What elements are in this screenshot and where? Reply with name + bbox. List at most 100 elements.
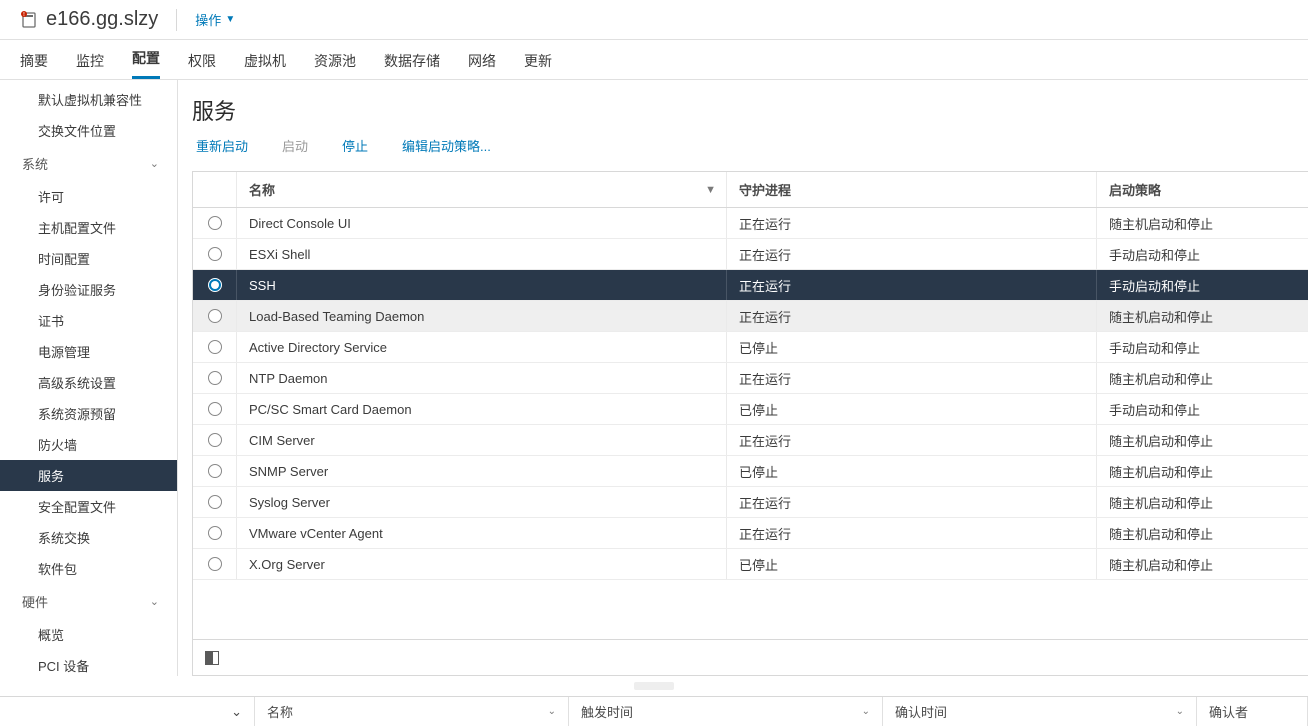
row-radio-cell[interactable] (193, 332, 237, 362)
table-row[interactable]: CIM Server正在运行随主机启动和停止 (193, 425, 1308, 456)
stop-button[interactable]: 停止 (342, 136, 368, 155)
sidebar-item[interactable]: 主机配置文件 (0, 212, 177, 243)
radio-icon[interactable] (208, 340, 222, 354)
row-radio-cell[interactable] (193, 270, 237, 300)
table-body: Direct Console UI正在运行随主机启动和停止ESXi Shell正… (193, 208, 1308, 639)
cell-daemon: 正在运行 (727, 363, 1097, 393)
tab-0[interactable]: 摘要 (20, 41, 48, 79)
radio-icon[interactable] (208, 371, 222, 385)
bottom-acktime-label: 确认时间 (895, 702, 947, 721)
tab-3[interactable]: 权限 (188, 41, 216, 79)
table-row[interactable]: X.Org Server已停止随主机启动和停止 (193, 549, 1308, 580)
sidebar-item[interactable]: 许可 (0, 181, 177, 212)
host-icon: ! (20, 11, 38, 29)
column-picker-icon[interactable] (205, 651, 219, 665)
bottom-field-trigger[interactable]: 触发时间 ⌄ (569, 697, 883, 726)
table-row[interactable]: Syslog Server正在运行随主机启动和停止 (193, 487, 1308, 518)
column-name-label: 名称 (249, 180, 275, 199)
row-radio-cell[interactable] (193, 363, 237, 393)
column-policy-label: 启动策略 (1109, 180, 1161, 199)
cell-policy: 随主机启动和停止 (1097, 301, 1308, 331)
sidebar-item[interactable]: 电源管理 (0, 336, 177, 367)
table-row[interactable]: SNMP Server已停止随主机启动和停止 (193, 456, 1308, 487)
chevron-down-icon: ▼ (225, 14, 235, 25)
sidebar-item[interactable]: 概览 (0, 619, 177, 650)
sidebar-item[interactable]: 交换文件位置 (0, 115, 177, 146)
row-radio-cell[interactable] (193, 549, 237, 579)
row-radio-cell[interactable] (193, 518, 237, 548)
cell-daemon: 正在运行 (727, 239, 1097, 269)
table-row[interactable]: Active Directory Service已停止手动启动和停止 (193, 332, 1308, 363)
row-radio-cell[interactable] (193, 487, 237, 517)
actions-menu[interactable]: 操作 ▼ (195, 10, 235, 29)
cell-name: NTP Daemon (237, 363, 727, 393)
radio-icon[interactable] (208, 495, 222, 509)
table-header: 名称 ▼ 守护进程 启动策略 (193, 172, 1308, 208)
tab-4[interactable]: 虚拟机 (244, 41, 286, 79)
table-row[interactable]: Load-Based Teaming Daemon正在运行随主机启动和停止 (193, 301, 1308, 332)
chevron-down-icon[interactable]: ⌄ (231, 704, 242, 720)
radio-icon[interactable] (208, 247, 222, 261)
cell-daemon: 已停止 (727, 549, 1097, 579)
host-title: e166.gg.slzy (46, 8, 158, 31)
row-radio-cell[interactable] (193, 425, 237, 455)
horizontal-splitter[interactable] (0, 676, 1308, 696)
column-daemon[interactable]: 守护进程 (727, 172, 1097, 207)
radio-icon[interactable] (208, 433, 222, 447)
sidebar[interactable]: 默认虚拟机兼容性交换文件位置系统⌄许可主机配置文件时间配置身份验证服务证书电源管… (0, 80, 178, 676)
tab-7[interactable]: 网络 (468, 41, 496, 79)
cell-policy: 手动启动和停止 (1097, 332, 1308, 362)
column-policy[interactable]: 启动策略 (1097, 172, 1308, 207)
start-button[interactable]: 启动 (282, 136, 308, 155)
row-radio-cell[interactable] (193, 301, 237, 331)
cell-daemon: 已停止 (727, 332, 1097, 362)
tab-5[interactable]: 资源池 (314, 41, 356, 79)
filter-icon[interactable]: ▼ (705, 184, 716, 196)
sidebar-item[interactable]: 系统资源预留 (0, 398, 177, 429)
column-name[interactable]: 名称 ▼ (237, 172, 727, 207)
sidebar-item[interactable]: 时间配置 (0, 243, 177, 274)
sidebar-item[interactable]: 高级系统设置 (0, 367, 177, 398)
sidebar-item[interactable]: 默认虚拟机兼容性 (0, 84, 177, 115)
tab-1[interactable]: 监控 (76, 41, 104, 79)
sidebar-group-header[interactable]: 系统⌄ (0, 146, 177, 181)
sidebar-item[interactable]: 身份验证服务 (0, 274, 177, 305)
sidebar-item[interactable]: 证书 (0, 305, 177, 336)
cell-name: Active Directory Service (237, 332, 727, 362)
row-radio-cell[interactable] (193, 208, 237, 238)
tab-6[interactable]: 数据存储 (384, 41, 440, 79)
bottom-field-ack-by[interactable]: 确认者 (1197, 697, 1308, 726)
table-row[interactable]: SSH正在运行手动启动和停止 (193, 270, 1308, 301)
sidebar-item[interactable]: PCI 设备 (0, 650, 177, 676)
cell-name: CIM Server (237, 425, 727, 455)
table-row[interactable]: NTP Daemon正在运行随主机启动和停止 (193, 363, 1308, 394)
radio-icon[interactable] (208, 402, 222, 416)
radio-icon[interactable] (208, 309, 222, 323)
sidebar-item[interactable]: 系统交换 (0, 522, 177, 553)
row-radio-cell[interactable] (193, 394, 237, 424)
bottom-field-ack-time[interactable]: 确认时间 ⌄ (883, 697, 1197, 726)
radio-icon[interactable] (208, 557, 222, 571)
cell-policy: 随主机启动和停止 (1097, 518, 1308, 548)
tab-2[interactable]: 配置 (132, 38, 160, 79)
row-radio-cell[interactable] (193, 239, 237, 269)
table-row[interactable]: VMware vCenter Agent正在运行随主机启动和停止 (193, 518, 1308, 549)
radio-icon[interactable] (208, 464, 222, 478)
edit-startup-policy-button[interactable]: 编辑启动策略... (402, 136, 491, 155)
radio-icon[interactable] (208, 216, 222, 230)
table-row[interactable]: ESXi Shell正在运行手动启动和停止 (193, 239, 1308, 270)
sidebar-item[interactable]: 软件包 (0, 553, 177, 584)
restart-button[interactable]: 重新启动 (196, 136, 248, 155)
sidebar-item[interactable]: 安全配置文件 (0, 491, 177, 522)
table-row[interactable]: PC/SC Smart Card Daemon已停止手动启动和停止 (193, 394, 1308, 425)
tab-8[interactable]: 更新 (524, 41, 552, 79)
radio-icon[interactable] (208, 278, 222, 292)
row-radio-cell[interactable] (193, 456, 237, 486)
sidebar-item[interactable]: 服务 (0, 460, 177, 491)
bottom-field-name[interactable]: 名称 ⌄ (255, 697, 569, 726)
sidebar-group-header[interactable]: 硬件⌄ (0, 584, 177, 619)
bottom-spacer: ⌄ (0, 697, 255, 726)
radio-icon[interactable] (208, 526, 222, 540)
table-row[interactable]: Direct Console UI正在运行随主机启动和停止 (193, 208, 1308, 239)
sidebar-item[interactable]: 防火墙 (0, 429, 177, 460)
